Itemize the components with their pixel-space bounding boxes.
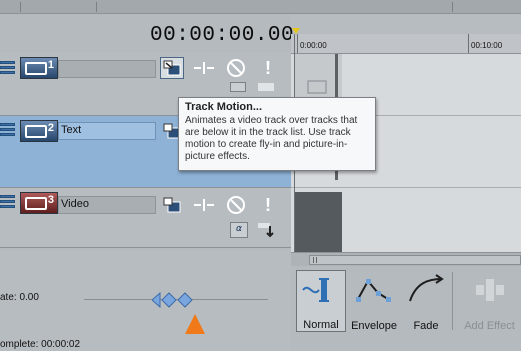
add-effect-icon	[475, 279, 504, 301]
ruler-label-start: 0:00:00	[300, 41, 327, 50]
track-name-field[interactable]: Text	[58, 122, 156, 140]
scrollbar-thumb[interactable]	[309, 255, 521, 265]
film-icon	[25, 197, 47, 210]
timecode-display[interactable]: 00:00:00.00	[150, 24, 294, 52]
film-icon	[25, 62, 47, 75]
alpha-symbol-icon: α	[236, 224, 242, 234]
track-expand-icon[interactable]	[0, 121, 17, 143]
solo-track-button[interactable]: !	[256, 194, 280, 216]
mute-icon	[227, 196, 245, 214]
add-effect-label: Add Effect	[464, 320, 515, 332]
fade-curve-icon	[409, 274, 444, 302]
track-motion-button[interactable]	[160, 194, 184, 216]
fade-mode-button[interactable]: Fade	[404, 270, 448, 332]
track-thumbnail: 3	[20, 192, 58, 214]
compositing-child-icon[interactable]	[258, 83, 274, 91]
solo-track-button[interactable]: !	[256, 57, 280, 79]
orange-marker-icon[interactable]	[185, 314, 205, 334]
rate-slider-handle[interactable]	[151, 291, 198, 309]
track-number: 3	[47, 194, 54, 206]
timeline-scrollbar[interactable]	[291, 252, 521, 266]
track-name-field[interactable]: Video	[58, 196, 156, 214]
top-toolbar-strip	[0, 0, 521, 14]
envelope-icon	[356, 279, 391, 302]
alpha-channel-icon[interactable]: α	[230, 222, 248, 238]
parent-motion-button[interactable]	[192, 57, 216, 79]
diamond-arrows-icon	[151, 291, 193, 309]
timeline-ruler[interactable]: 0:00:00 00:10:00	[291, 34, 521, 54]
track-number: 2	[47, 122, 54, 134]
add-effect-button[interactable]: Add Effect	[458, 270, 521, 332]
envelope-label: Envelope	[351, 320, 397, 332]
exclamation-icon: !	[265, 195, 271, 215]
track-motion-button[interactable]	[160, 57, 184, 79]
track-number: 1	[47, 59, 54, 71]
video-clip[interactable]	[294, 192, 342, 252]
film-placeholder-icon	[307, 80, 327, 94]
complete-time-label: omplete: 00:00:02	[0, 339, 81, 350]
fade-label: Fade	[413, 320, 439, 332]
composite-mode-icon[interactable]	[230, 82, 246, 92]
normal-label: Normal	[303, 319, 339, 331]
track-motion-icon	[163, 197, 181, 213]
track-motion-icon	[163, 60, 181, 76]
track-expand-icon[interactable]	[0, 193, 17, 215]
film-icon	[25, 125, 47, 138]
tooltip-body: Animates a video track over tracks that …	[185, 115, 358, 162]
normal-fade-icon	[302, 278, 329, 302]
normal-mode-button[interactable]: Normal	[296, 270, 346, 332]
track-motion-tooltip: Track Motion... Animates a video track o…	[178, 97, 376, 171]
envelope-mode-button[interactable]: Envelope	[348, 270, 400, 332]
svg-text:α: α	[236, 224, 242, 232]
track-thumbnail: 1	[20, 57, 58, 79]
composite-down-icon[interactable]	[258, 222, 276, 238]
parent-motion-button[interactable]	[192, 194, 216, 216]
track-expand-icon[interactable]	[0, 59, 17, 81]
transport-panel	[0, 252, 291, 351]
mute-icon	[227, 59, 245, 77]
timeline-row-3[interactable]	[291, 188, 521, 252]
track-thumbnail: 2	[20, 120, 58, 142]
tooltip-title: Track Motion...	[185, 101, 263, 113]
mute-track-button[interactable]	[224, 194, 248, 216]
exclamation-icon: !	[265, 58, 271, 78]
fx-divider	[452, 272, 453, 330]
track-name-field[interactable]	[58, 60, 156, 78]
playback-rate-label: ate: 0.00	[0, 292, 39, 303]
track-row-3[interactable]: 3 Video ! α	[0, 188, 291, 248]
mute-track-button[interactable]	[224, 57, 248, 79]
split-arrows-icon	[194, 199, 214, 211]
ruler-label-10: 00:10:00	[471, 41, 503, 50]
split-arrows-icon	[194, 62, 214, 74]
